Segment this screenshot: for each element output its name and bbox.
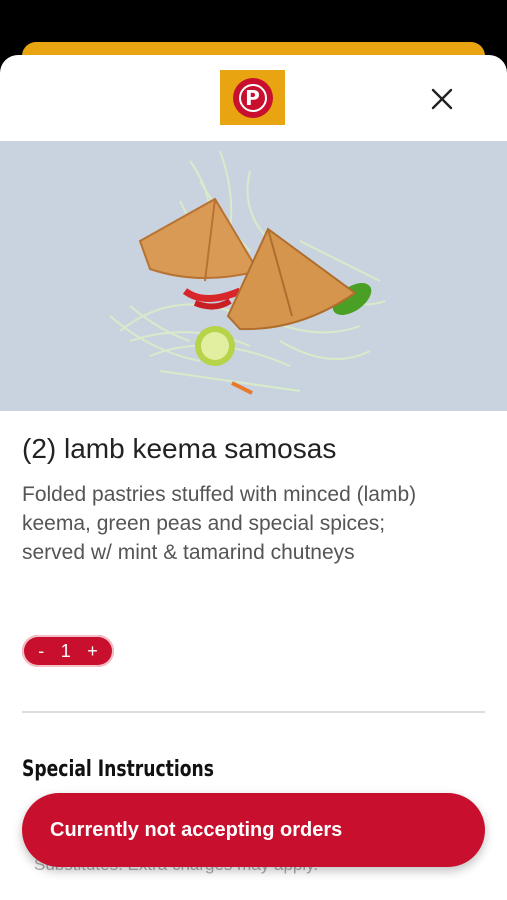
close-icon xyxy=(431,88,453,110)
item-photo xyxy=(0,141,507,411)
restaurant-logo: P xyxy=(220,70,285,125)
decrease-quantity-button[interactable]: - xyxy=(38,641,44,662)
special-instructions-title: Special Instructions xyxy=(22,757,214,782)
close-button[interactable] xyxy=(428,85,456,113)
increase-quantity-button[interactable]: + xyxy=(87,641,98,662)
logo-letter: P xyxy=(245,85,260,110)
item-title: (2) lamb keema samosas xyxy=(22,433,337,464)
samosa-photo-illustration xyxy=(0,141,507,411)
item-description: Folded pastries stuffed with minced (lam… xyxy=(22,483,417,564)
divider xyxy=(22,711,485,713)
quantity-stepper[interactable]: - 1 + xyxy=(22,635,114,667)
logo-emblem: P xyxy=(232,77,273,118)
item-modal: P (2) lamb keema samosas Folded pastries… xyxy=(0,55,507,900)
modal-header: P xyxy=(0,55,507,141)
quantity-value: 1 xyxy=(60,640,71,661)
order-status-button[interactable]: Currently not accepting orders xyxy=(22,793,485,867)
